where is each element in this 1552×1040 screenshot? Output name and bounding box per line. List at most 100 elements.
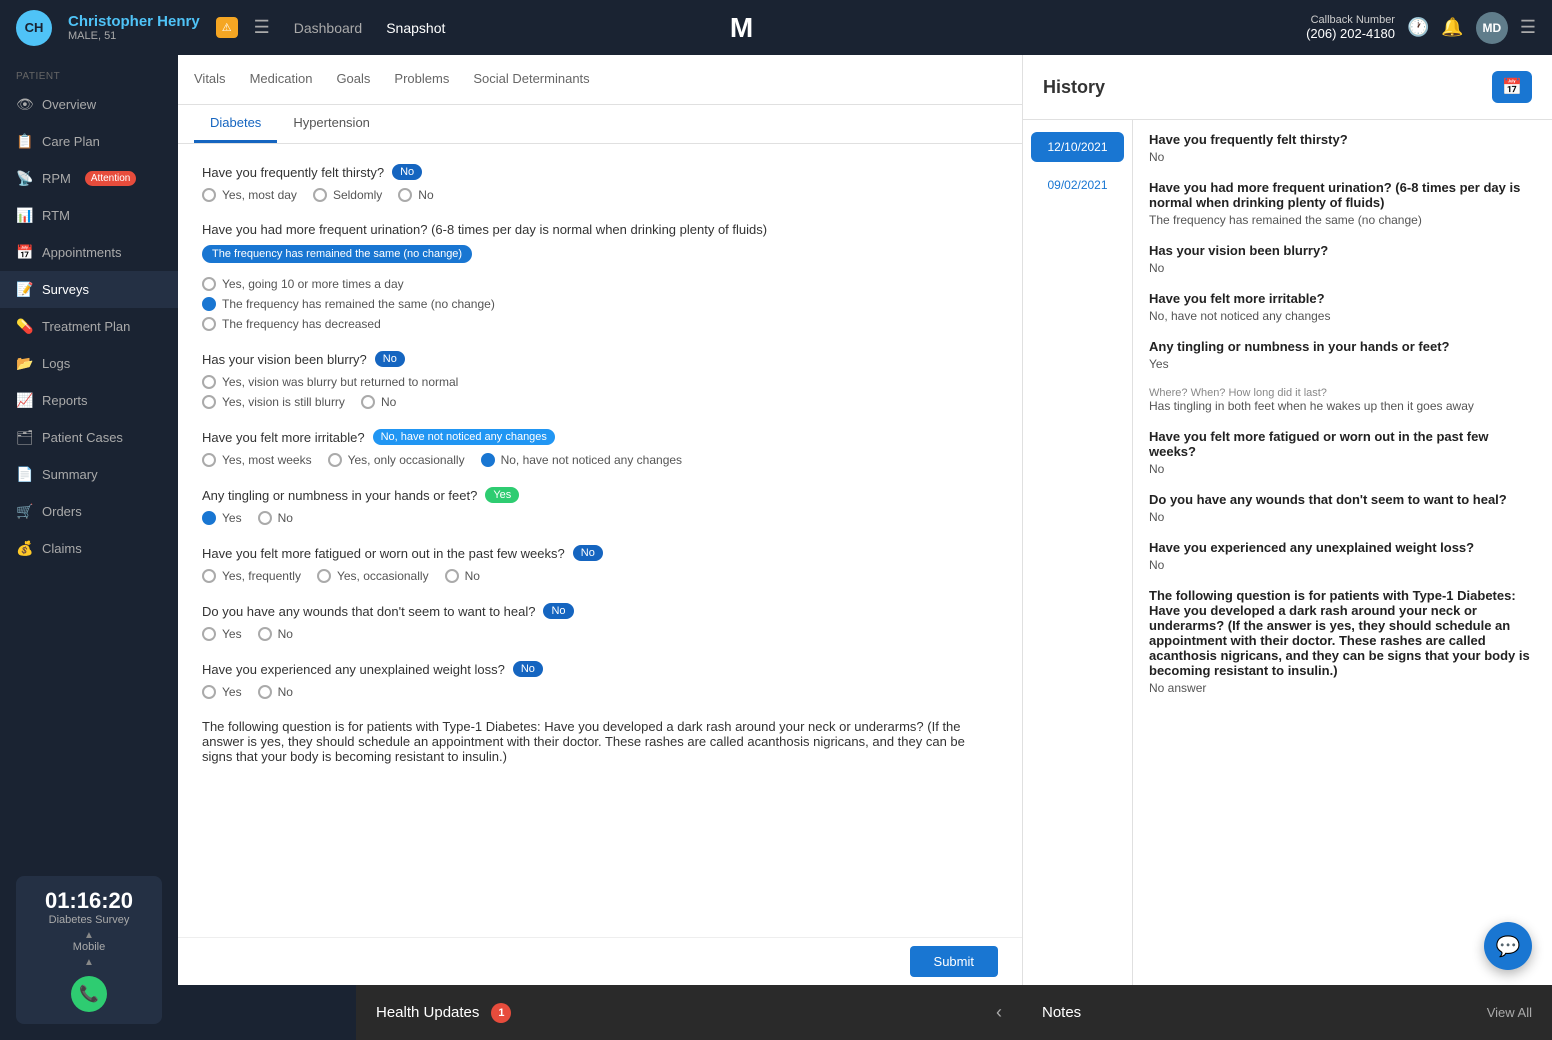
- q6-radio3[interactable]: [445, 569, 459, 583]
- q8-options: Yes No: [202, 685, 998, 699]
- q2-opt3[interactable]: The frequency has decreased: [202, 317, 998, 331]
- history-entry-4: Have you felt more irritable? No, have n…: [1149, 291, 1536, 323]
- q3-opt2[interactable]: Yes, vision is still blurry: [202, 395, 345, 409]
- sidebar-item-care-plan[interactable]: 📋 Care Plan: [0, 123, 178, 160]
- q8-opt2[interactable]: No: [258, 685, 293, 699]
- q3-options: Yes, vision was blurry but returned to n…: [202, 375, 998, 409]
- q4-radio2[interactable]: [328, 453, 342, 467]
- calendar-button[interactable]: 📅: [1492, 71, 1532, 103]
- h9-question: Have you experienced any unexplained wei…: [1149, 540, 1536, 555]
- rtm-icon: 📊: [16, 207, 32, 224]
- h10-answer: No answer: [1149, 681, 1536, 695]
- hamburger-menu[interactable]: ☰: [254, 17, 270, 38]
- sidebar-item-surveys[interactable]: 📝 Surveys: [0, 271, 178, 308]
- q4-opt2[interactable]: Yes, only occasionally: [328, 453, 465, 467]
- survey-content: Have you frequently felt thirsty? No Yes…: [178, 144, 1022, 937]
- tab-social-determinants[interactable]: Social Determinants: [473, 63, 589, 96]
- sidebar-item-rpm[interactable]: 📡 RPM Attention: [0, 160, 178, 197]
- appointments-icon: 📅: [16, 244, 32, 261]
- q1-radio1[interactable]: [202, 188, 216, 202]
- tab-medication[interactable]: Medication: [250, 63, 313, 96]
- q2-opt2[interactable]: The frequency has remained the same (no …: [202, 297, 998, 311]
- h1-answer: No: [1149, 150, 1536, 164]
- view-all-link[interactable]: View All: [1487, 1005, 1532, 1020]
- q6-opt1[interactable]: Yes, frequently: [202, 569, 301, 583]
- sidebar-item-logs[interactable]: 📂 Logs: [0, 345, 178, 382]
- q8-radio1[interactable]: [202, 685, 216, 699]
- q6-opt2[interactable]: Yes, occasionally: [317, 569, 429, 583]
- sub-tab-diabetes[interactable]: Diabetes: [194, 105, 277, 143]
- q3-badge: No: [375, 351, 405, 367]
- clock-icon[interactable]: 🕐: [1407, 17, 1429, 38]
- date-btn-2[interactable]: 09/02/2021: [1031, 170, 1124, 200]
- q3-opt1[interactable]: Yes, vision was blurry but returned to n…: [202, 375, 998, 389]
- tab-goals[interactable]: Goals: [336, 63, 370, 96]
- q2-radio1[interactable]: [202, 277, 216, 291]
- q2-radio2[interactable]: [202, 297, 216, 311]
- main-layout: PATIENT 👁 Overview 📋 Care Plan 📡 RPM Att…: [0, 55, 1552, 1040]
- q7-opt2[interactable]: No: [258, 627, 293, 641]
- q8-opt1[interactable]: Yes: [202, 685, 242, 699]
- bottom-area: Health Updates 1 ‹ Notes View All: [178, 985, 1552, 1040]
- health-updates-bar[interactable]: Health Updates 1 ‹: [356, 985, 1022, 1040]
- sidebar-item-appointments[interactable]: 📅 Appointments: [0, 234, 178, 271]
- top-nav: CH Christopher Henry MALE, 51 ⚠ ☰ Dashbo…: [0, 0, 1552, 55]
- sidebar-label-overview: Overview: [42, 97, 96, 112]
- h3-question: Has your vision been blurry?: [1149, 243, 1536, 258]
- tab-problems[interactable]: Problems: [394, 63, 449, 96]
- call-button[interactable]: 📞: [71, 976, 107, 1012]
- sub-tabs: Diabetes Hypertension: [178, 105, 1022, 144]
- patient-name: Christopher Henry: [68, 13, 200, 30]
- fab-button[interactable]: 💬: [1484, 922, 1532, 970]
- date-btn-1[interactable]: 12/10/2021: [1031, 132, 1124, 162]
- q4-opt1[interactable]: Yes, most weeks: [202, 453, 312, 467]
- sidebar-item-orders[interactable]: 🛒 Orders: [0, 493, 178, 530]
- q2-opt1[interactable]: Yes, going 10 or more times a day: [202, 277, 998, 291]
- q1-radio3[interactable]: [398, 188, 412, 202]
- sidebar-item-patient-cases[interactable]: 🗂 Patient Cases: [0, 419, 178, 456]
- sub-tab-hypertension[interactable]: Hypertension: [277, 105, 386, 143]
- q5-opt2[interactable]: No: [258, 511, 293, 525]
- q4-radio3[interactable]: [481, 453, 495, 467]
- rpm-icon: 📡: [16, 170, 32, 187]
- q5-opt1[interactable]: Yes: [202, 511, 242, 525]
- q3-radio1[interactable]: [202, 375, 216, 389]
- q5-radio1[interactable]: [202, 511, 216, 525]
- q1-radio2[interactable]: [313, 188, 327, 202]
- q3-radio2[interactable]: [202, 395, 216, 409]
- sidebar-item-overview[interactable]: 👁 Overview: [0, 86, 178, 123]
- user-avatar[interactable]: MD: [1476, 12, 1508, 44]
- nav-snapshot[interactable]: Snapshot: [386, 20, 445, 36]
- q4-radio1[interactable]: [202, 453, 216, 467]
- settings-menu[interactable]: ☰: [1520, 17, 1536, 38]
- sidebar-label-orders: Orders: [42, 504, 82, 519]
- q2-radio3[interactable]: [202, 317, 216, 331]
- sidebar-item-reports[interactable]: 📈 Reports: [0, 382, 178, 419]
- q3-radio3[interactable]: [361, 395, 375, 409]
- sidebar-item-treatment-plan[interactable]: 💊 Treatment Plan: [0, 308, 178, 345]
- q5-radio2[interactable]: [258, 511, 272, 525]
- nav-dashboard[interactable]: Dashboard: [294, 20, 363, 36]
- q7-radio2[interactable]: [258, 627, 272, 641]
- surveys-icon: 📝: [16, 281, 32, 298]
- q1-opt2[interactable]: Seldomly: [313, 188, 382, 202]
- q1-opt3[interactable]: No: [398, 188, 433, 202]
- q6-radio1[interactable]: [202, 569, 216, 583]
- q1-opt1[interactable]: Yes, most day: [202, 188, 297, 202]
- q7-opt1[interactable]: Yes: [202, 627, 242, 641]
- sidebar-item-claims[interactable]: 💰 Claims: [0, 530, 178, 567]
- q5-badge: Yes: [485, 487, 519, 503]
- q7-radio1[interactable]: [202, 627, 216, 641]
- sidebar-item-rtm[interactable]: 📊 RTM: [0, 197, 178, 234]
- bell-icon[interactable]: 🔔: [1441, 17, 1463, 38]
- sidebar-item-summary[interactable]: 📄 Summary: [0, 456, 178, 493]
- q6-opt3[interactable]: No: [445, 569, 480, 583]
- alert-icon[interactable]: ⚠: [216, 17, 238, 38]
- q4-opt3[interactable]: No, have not noticed any changes: [481, 453, 682, 467]
- q8-radio2[interactable]: [258, 685, 272, 699]
- tab-vitals[interactable]: Vitals: [194, 63, 226, 96]
- submit-button[interactable]: Submit: [910, 946, 998, 977]
- q3-opt3[interactable]: No: [361, 395, 396, 409]
- h6-question: Where? When? How long did it last?: [1149, 387, 1536, 399]
- q6-radio2[interactable]: [317, 569, 331, 583]
